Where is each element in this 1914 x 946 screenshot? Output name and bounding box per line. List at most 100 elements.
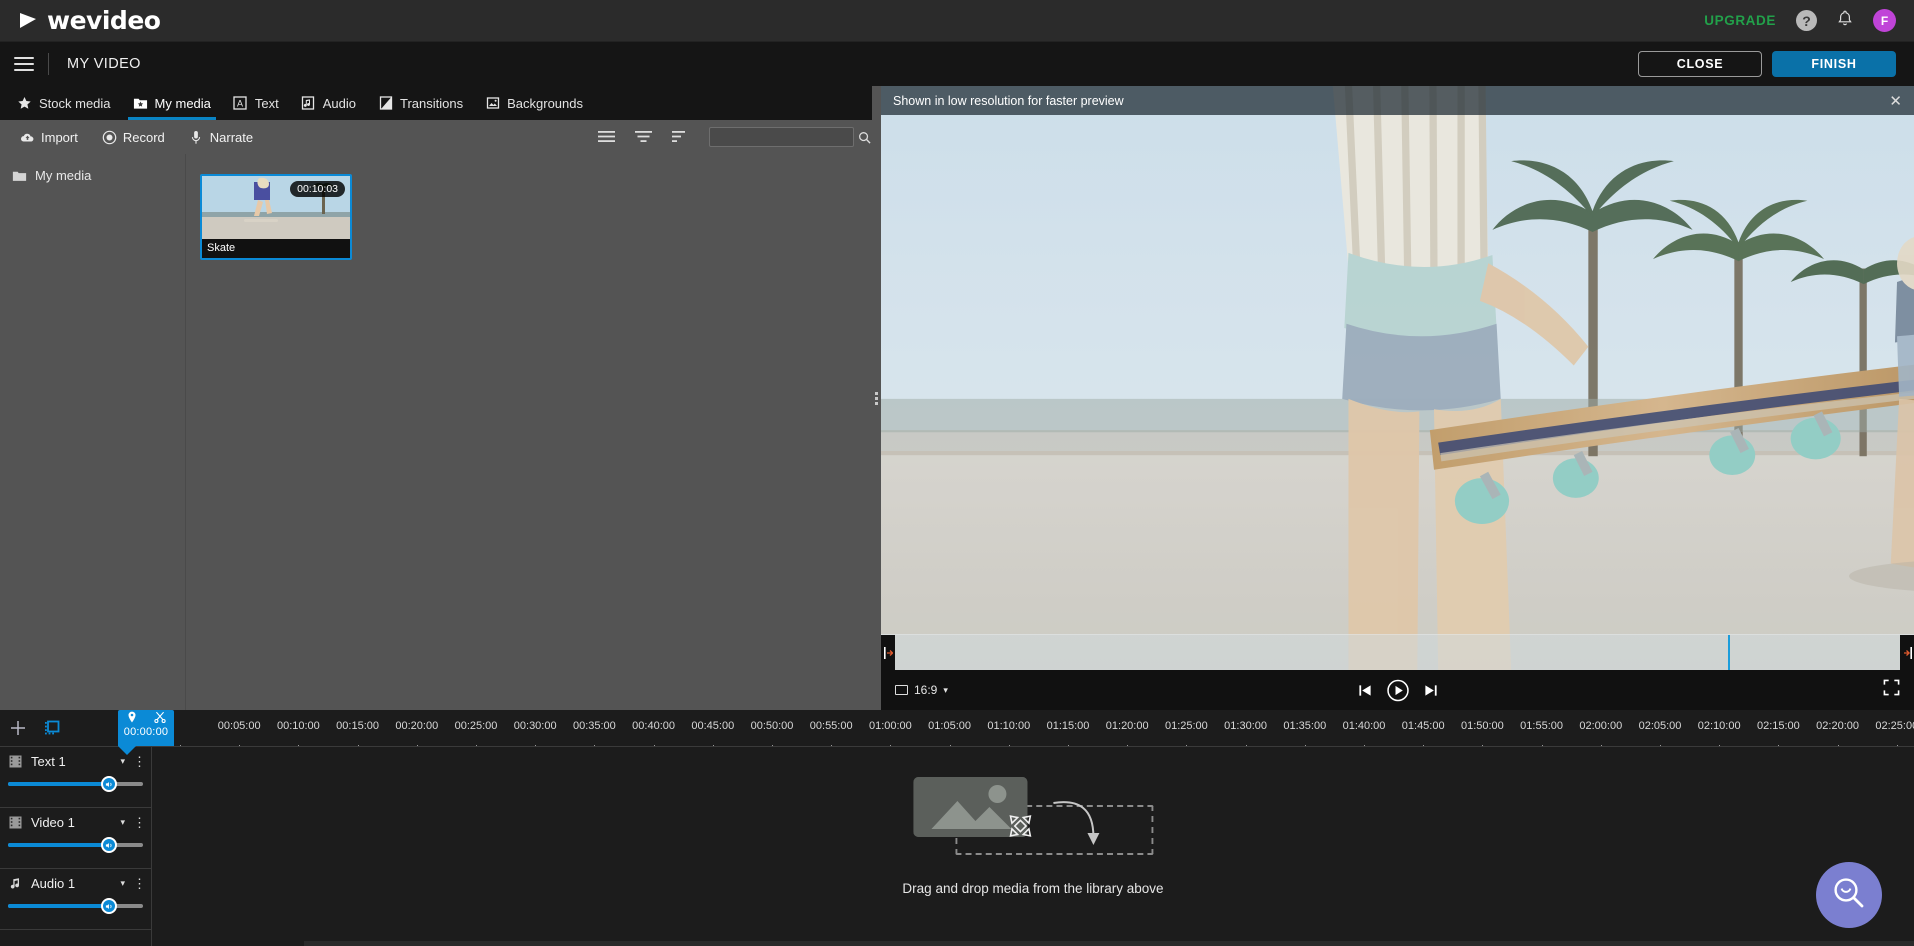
timeline-ruler[interactable]: 00:05:00 00:10:00 00:15:00 00:20:00 00:25:00… bbox=[152, 710, 1914, 746]
record-circle-icon bbox=[102, 130, 117, 145]
close-x-icon[interactable]: ✕ bbox=[1889, 92, 1902, 110]
ruler-label: 00:15:00 bbox=[336, 720, 380, 732]
volume-knob-icon[interactable] bbox=[101, 776, 118, 792]
trim-start-icon[interactable] bbox=[881, 635, 895, 670]
volume-slider[interactable] bbox=[8, 837, 143, 853]
record-button[interactable]: Record bbox=[90, 130, 177, 145]
volume-knob-icon[interactable] bbox=[101, 898, 118, 914]
sort-icon[interactable] bbox=[672, 130, 689, 144]
ruler-label: 00:20:00 bbox=[395, 720, 439, 732]
ruler-label: 01:05:00 bbox=[928, 720, 972, 732]
hamburger-menu-icon[interactable] bbox=[14, 57, 34, 71]
ruler-tick bbox=[1304, 745, 1306, 746]
track-menu-icon[interactable]: ⋮ bbox=[133, 755, 146, 768]
tab-transitions[interactable]: Transitions bbox=[367, 86, 474, 120]
tab-backgrounds[interactable]: Backgrounds bbox=[474, 86, 594, 120]
tab-audio[interactable]: Audio bbox=[290, 86, 367, 120]
action-label: Import bbox=[41, 129, 78, 145]
playhead-badge[interactable]: 00:00:00 bbox=[118, 710, 174, 755]
narrate-button[interactable]: Narrate bbox=[177, 130, 265, 145]
ruler-tick bbox=[1778, 745, 1780, 746]
ruler-tick bbox=[1127, 745, 1129, 746]
move-cursor-icon bbox=[1003, 809, 1037, 848]
timeline-dropzone[interactable]: Drag and drop media from the library abo… bbox=[902, 777, 1164, 896]
play-triangle-icon bbox=[18, 11, 40, 31]
fullscreen-icon[interactable] bbox=[1883, 679, 1900, 701]
ruler-tick bbox=[1245, 745, 1247, 746]
preview-scrubber[interactable] bbox=[881, 634, 1914, 670]
ruler-ticks bbox=[152, 744, 1914, 746]
volume-knob-icon[interactable] bbox=[101, 837, 118, 853]
ruler-tick bbox=[1837, 745, 1839, 746]
ruler-tick bbox=[1541, 745, 1543, 746]
brand-name: wevideo bbox=[47, 6, 161, 35]
chevron-down-icon[interactable]: ▾ bbox=[120, 817, 125, 828]
editor-body: Stock media My media A Text Audio Transi… bbox=[0, 86, 1914, 710]
crop-transform-icon[interactable] bbox=[44, 720, 60, 736]
tab-my-media[interactable]: My media bbox=[122, 86, 222, 120]
project-bar: MY VIDEO CLOSE FINISH bbox=[0, 42, 1914, 86]
track-name: Audio 1 bbox=[31, 876, 76, 891]
search-icon[interactable] bbox=[857, 130, 872, 145]
zoom-search-fab[interactable] bbox=[1816, 862, 1882, 928]
library-sidebar: My media bbox=[0, 154, 186, 710]
help-icon[interactable]: ? bbox=[1796, 10, 1817, 31]
media-item-skate[interactable]: 00:10:03 Skate bbox=[200, 174, 352, 260]
ruler-label: 01:50:00 bbox=[1460, 720, 1504, 732]
search-box[interactable] bbox=[709, 127, 871, 147]
sidebar-item-my-media[interactable]: My media bbox=[0, 164, 185, 187]
timeline-canvas[interactable]: Drag and drop media from the library abo… bbox=[152, 747, 1914, 946]
tab-stock-media[interactable]: Stock media bbox=[6, 86, 122, 120]
preview-playhead[interactable] bbox=[1728, 635, 1731, 670]
plus-icon[interactable] bbox=[10, 720, 26, 736]
ruler-tick bbox=[712, 745, 714, 746]
ruler-tick bbox=[535, 745, 537, 746]
timeline-body: Text 1 ▾ ⋮ Video 1 ▾ ⋮ Audio 1 ▾ ⋮ Drag … bbox=[0, 747, 1914, 946]
ruler-label: 02:00:00 bbox=[1579, 720, 1623, 732]
skip-previous-icon[interactable] bbox=[1357, 683, 1372, 698]
upgrade-button[interactable]: UPGRADE bbox=[1704, 13, 1776, 28]
ruler-tick bbox=[1186, 745, 1188, 746]
trim-end-icon[interactable] bbox=[1900, 635, 1914, 670]
top-bar-actions: UPGRADE ? F bbox=[1704, 9, 1896, 32]
search-input[interactable] bbox=[715, 131, 857, 143]
ruler-tick bbox=[1719, 745, 1721, 746]
ruler-tick bbox=[890, 745, 892, 746]
ruler-tick bbox=[1660, 745, 1661, 746]
bell-icon[interactable] bbox=[1837, 10, 1853, 31]
chevron-down-icon[interactable]: ▾ bbox=[120, 756, 125, 767]
library-grid: 00:10:03 Skate bbox=[186, 154, 872, 710]
music-note-icon bbox=[301, 96, 316, 111]
track-header-audio-1[interactable]: Audio 1 ▾ ⋮ bbox=[0, 869, 151, 930]
track-menu-icon[interactable]: ⋮ bbox=[133, 877, 146, 890]
svg-text:A: A bbox=[237, 99, 243, 109]
video-preview-stage[interactable] bbox=[881, 86, 1914, 670]
track-header-video-1[interactable]: Video 1 ▾ ⋮ bbox=[0, 808, 151, 869]
volume-slider[interactable] bbox=[8, 776, 143, 792]
chevron-down-icon[interactable]: ▾ bbox=[120, 878, 125, 889]
track-menu-icon[interactable]: ⋮ bbox=[133, 816, 146, 829]
timeline: 00:05:00 00:10:00 00:15:00 00:20:00 00:25:00… bbox=[0, 710, 1914, 946]
preview-pane: Shown in low resolution for faster previ… bbox=[881, 86, 1914, 710]
brand-logo[interactable]: wevideo bbox=[18, 6, 161, 35]
ruler-tick bbox=[1600, 745, 1602, 746]
volume-slider[interactable] bbox=[8, 898, 143, 914]
tab-text[interactable]: A Text bbox=[222, 86, 290, 120]
transport-controls bbox=[1357, 679, 1438, 702]
avatar[interactable]: F bbox=[1873, 9, 1896, 32]
close-button[interactable]: CLOSE bbox=[1638, 51, 1762, 77]
track-header-text-1[interactable]: Text 1 ▾ ⋮ bbox=[0, 747, 151, 808]
skip-next-icon[interactable] bbox=[1423, 683, 1438, 698]
filter-icon[interactable] bbox=[635, 130, 652, 144]
ruler-label: 01:55:00 bbox=[1520, 720, 1564, 732]
play-button-icon[interactable] bbox=[1386, 679, 1409, 702]
finish-button[interactable]: FINISH bbox=[1772, 51, 1896, 77]
timeline-scrollbar[interactable] bbox=[304, 941, 1914, 946]
import-button[interactable]: Import bbox=[8, 130, 90, 145]
project-actions: CLOSE FINISH bbox=[1638, 51, 1904, 77]
ruler-labels: 00:05:00 00:10:00 00:15:00 00:20:00 00:25:00… bbox=[152, 710, 1914, 746]
pane-splitter-handle[interactable] bbox=[872, 86, 881, 710]
list-view-icon[interactable] bbox=[598, 130, 615, 144]
folder-icon bbox=[12, 168, 27, 183]
aspect-ratio-selector[interactable]: 16:9 ▾ bbox=[895, 683, 948, 697]
